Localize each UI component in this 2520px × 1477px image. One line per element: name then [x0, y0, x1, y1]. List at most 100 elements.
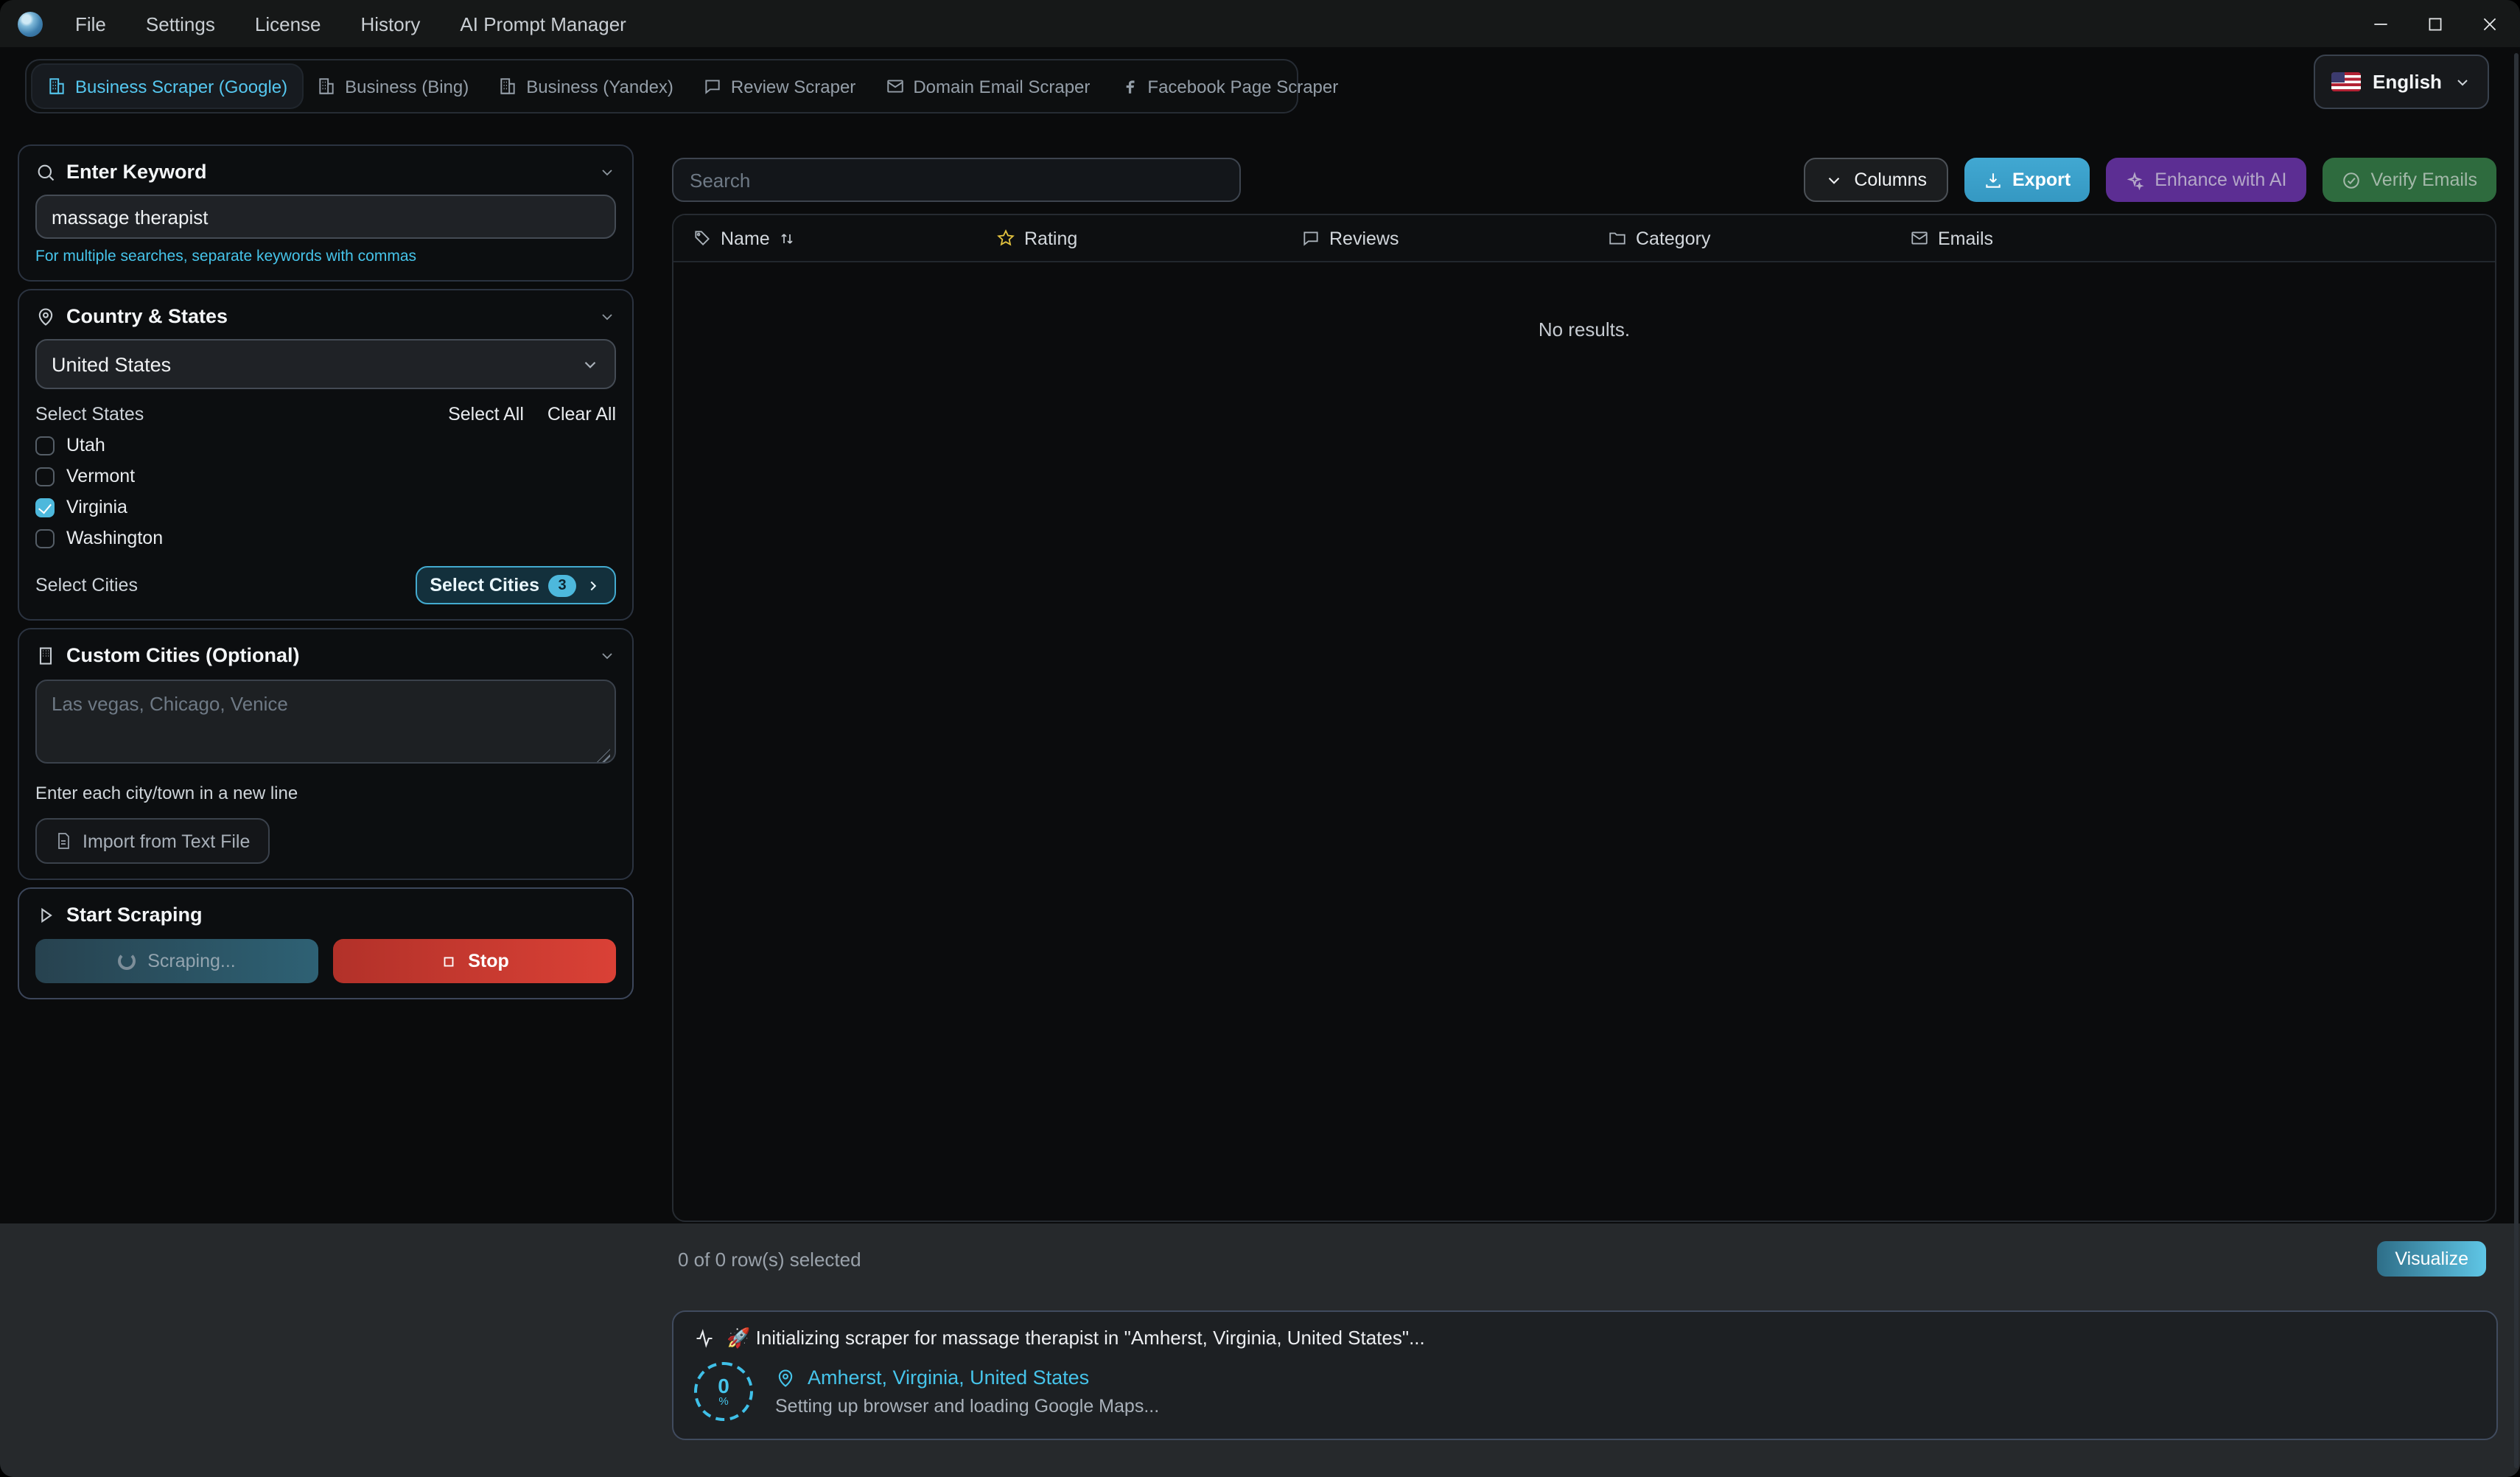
chevron-down-icon: [1824, 170, 1844, 189]
visualize-button[interactable]: Visualize: [2377, 1241, 2486, 1277]
country-panel-header[interactable]: Country & States: [35, 305, 616, 327]
clear-all-button[interactable]: Clear All: [547, 404, 616, 425]
checkbox-washington[interactable]: [35, 528, 55, 548]
chat-icon: [703, 77, 722, 96]
log-message-row: 🚀 Initializing scraper for massage thera…: [694, 1327, 2476, 1350]
tab-label: Domain Email Scraper: [913, 76, 1090, 97]
select-cities-button-label: Select Cities: [430, 575, 539, 596]
window-controls: [2371, 0, 2499, 47]
tab-facebook-page-scraper[interactable]: Facebook Page Scraper: [1105, 65, 1353, 108]
checkbox-virginia-checked[interactable]: [35, 497, 55, 517]
export-button[interactable]: Export: [1964, 158, 2090, 202]
tab-business-scraper-google[interactable]: Business Scraper (Google): [32, 65, 302, 108]
chevron-down-icon: [581, 355, 600, 374]
country-select-value: United States: [52, 353, 581, 375]
chevron-down-icon[interactable]: [598, 307, 616, 325]
state-label: Virginia: [66, 497, 127, 517]
country-states-panel: Country & States United States Select St…: [18, 289, 634, 621]
language-selector[interactable]: English: [2314, 55, 2489, 109]
search-input[interactable]: [672, 158, 1241, 202]
progress-unit: %: [718, 1395, 728, 1407]
tab-domain-email-scraper[interactable]: Domain Email Scraper: [870, 65, 1105, 108]
select-all-button[interactable]: Select All: [448, 404, 524, 425]
sidebar: Enter Keyword For multiple searches, sep…: [18, 144, 634, 1007]
minimize-icon[interactable]: [2371, 14, 2390, 33]
stop-button[interactable]: Stop: [333, 939, 616, 983]
play-icon: [35, 904, 56, 925]
select-states-row: Select States Select All Clear All: [35, 404, 616, 425]
cities-count-badge: 3: [548, 574, 576, 596]
chat-icon: [1301, 228, 1320, 248]
sort-icon: [779, 229, 797, 247]
country-panel-title: Country & States: [66, 305, 588, 327]
keyword-hint: For multiple searches, separate keywords…: [35, 248, 616, 265]
custom-cities-panel: Custom Cities (Optional) Enter each city…: [18, 628, 634, 880]
verify-emails-button[interactable]: Verify Emails: [2323, 158, 2497, 202]
progress-circle: 0 %: [694, 1362, 753, 1421]
custom-cities-header[interactable]: Custom Cities (Optional): [35, 644, 616, 666]
enhance-with-ai-button[interactable]: Enhance with AI: [2106, 158, 2306, 202]
chevron-down-icon[interactable]: [598, 163, 616, 181]
keyword-panel-header[interactable]: Enter Keyword: [35, 161, 616, 183]
table-header: Name Rating Reviews Category Emai: [673, 215, 2495, 262]
state-row-washington[interactable]: Washington: [35, 528, 616, 548]
empty-state-text: No results.: [673, 262, 2495, 341]
verify-button-label: Verify Emails: [2371, 170, 2478, 190]
tab-label: Business (Yandex): [526, 76, 673, 97]
log-message: 🚀 Initializing scraper for massage thera…: [727, 1327, 1425, 1350]
status-log-panel: 🚀 Initializing scraper for massage thera…: [672, 1310, 2498, 1440]
tab-label: Review Scraper: [731, 76, 855, 97]
state-label: Utah: [66, 435, 105, 455]
tab-label: Business Scraper (Google): [75, 76, 287, 97]
maximize-icon[interactable]: [2426, 14, 2445, 33]
checkbox-utah[interactable]: [35, 436, 55, 455]
column-header-emails[interactable]: Emails: [1910, 228, 2495, 248]
import-text-file-button[interactable]: Import from Text File: [35, 818, 269, 864]
keyword-input[interactable]: [35, 195, 616, 239]
tab-business-yandex[interactable]: Business (Yandex): [483, 65, 688, 108]
enhance-button-label: Enhance with AI: [2155, 170, 2286, 190]
menu-license[interactable]: License: [255, 13, 321, 35]
tab-label: Facebook Page Scraper: [1147, 76, 1338, 97]
menu-settings[interactable]: Settings: [146, 13, 215, 35]
select-cities-button[interactable]: Select Cities 3: [415, 566, 616, 604]
app-window: File Settings License History AI Prompt …: [0, 0, 2520, 1477]
country-select[interactable]: United States: [35, 339, 616, 389]
progress-value: 0: [718, 1376, 729, 1395]
column-header-rating[interactable]: Rating: [996, 228, 1301, 248]
sparkles-icon: [2125, 170, 2144, 189]
menu-file[interactable]: File: [75, 13, 106, 35]
log-progress-row: 0 % Amherst, Virginia, United States Set…: [694, 1362, 2476, 1421]
state-row-vermont[interactable]: Vermont: [35, 466, 616, 486]
tab-business-bing[interactable]: Business (Bing): [302, 65, 483, 108]
tab-review-scraper[interactable]: Review Scraper: [688, 65, 870, 108]
spinner-icon: [118, 952, 136, 970]
buildings-icon: [47, 77, 66, 96]
tag-icon: [693, 228, 712, 248]
mail-icon: [1910, 228, 1929, 248]
column-header-name[interactable]: Name: [693, 228, 996, 248]
state-row-utah[interactable]: Utah: [35, 435, 616, 455]
status-message: Setting up browser and loading Google Ma…: [775, 1396, 1159, 1417]
column-header-category[interactable]: Category: [1608, 228, 1910, 248]
state-label: Vermont: [66, 466, 135, 486]
bottom-bar: 0 of 0 row(s) selected Visualize 🚀 Initi…: [0, 1223, 2520, 1477]
vertical-scrollbar[interactable]: [2514, 53, 2519, 1468]
checkbox-vermont[interactable]: [35, 467, 55, 486]
close-icon[interactable]: [2480, 14, 2499, 33]
menu-history[interactable]: History: [361, 13, 421, 35]
keyword-panel: Enter Keyword For multiple searches, sep…: [18, 144, 634, 282]
location-link[interactable]: Amherst, Virginia, United States: [808, 1366, 1089, 1389]
check-circle-icon: [2342, 170, 2361, 189]
menu-ai-prompt-manager[interactable]: AI Prompt Manager: [460, 13, 626, 35]
tab-label: Business (Bing): [345, 76, 469, 97]
chevron-down-icon[interactable]: [598, 646, 616, 664]
columns-button-label: Columns: [1854, 170, 1927, 190]
start-scraping-panel: Start Scraping Scraping... Stop: [18, 887, 634, 999]
column-label: Emails: [1938, 228, 1993, 248]
scraping-button[interactable]: Scraping...: [35, 939, 318, 983]
state-row-virginia[interactable]: Virginia: [35, 497, 616, 517]
columns-button[interactable]: Columns: [1804, 158, 1947, 202]
column-header-reviews[interactable]: Reviews: [1301, 228, 1608, 248]
custom-cities-textarea[interactable]: [35, 680, 616, 764]
